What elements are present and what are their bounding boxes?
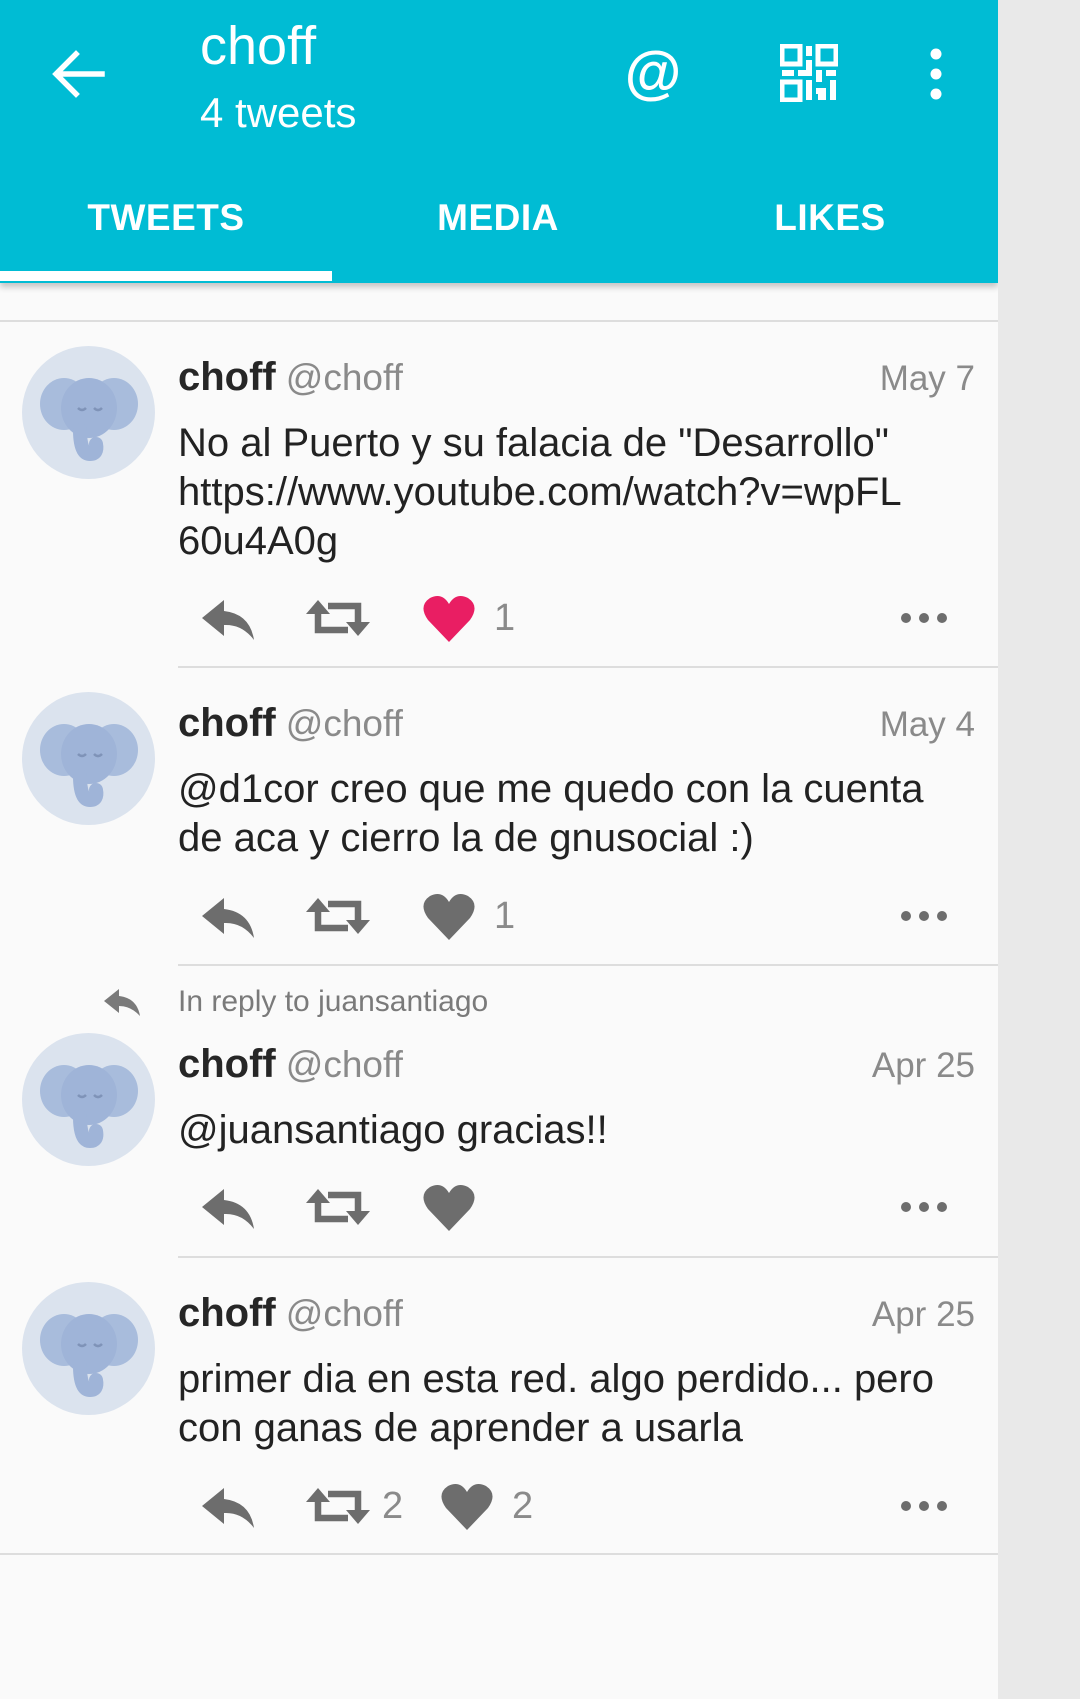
reply-icon[interactable]	[198, 588, 258, 648]
divider	[178, 666, 998, 668]
reply-icon[interactable]	[198, 886, 258, 946]
tweet-date: May 7	[879, 359, 975, 398]
avatar[interactable]	[22, 346, 155, 479]
more-horiz-icon[interactable]	[900, 1177, 948, 1237]
svg-text:@: @	[625, 42, 682, 105]
like-icon[interactable]	[440, 1476, 494, 1536]
tweet-author[interactable]: choff @choff	[178, 1288, 403, 1339]
tab-media[interactable]: MEDIA	[332, 168, 664, 268]
divider	[178, 1256, 998, 1258]
avatar[interactable]	[22, 692, 155, 825]
tweet-text: No al Puerto y su falacia de "Desarrollo…	[178, 421, 902, 563]
retweet-count: 2	[382, 1485, 404, 1527]
more-horiz-icon[interactable]	[900, 886, 948, 946]
tweet-handle: @choff	[285, 703, 403, 744]
tweet-text: primer dia en esta red. algo perdido... …	[178, 1357, 934, 1450]
like-icon[interactable]	[422, 886, 476, 946]
divider	[0, 1553, 998, 1555]
screen: choff 4 tweets @ TWEETS MEDIA LIKES chof…	[0, 0, 998, 1699]
tweet-actions	[178, 1177, 978, 1237]
elephant-avatar-icon	[40, 1065, 138, 1149]
divider	[178, 964, 998, 966]
like-count: 1	[494, 597, 516, 639]
app-bar: choff 4 tweets @ TWEETS MEDIA LIKES	[0, 0, 998, 283]
tweet-handle: @choff	[285, 1293, 403, 1334]
like-icon[interactable]	[422, 588, 476, 648]
at-sign-icon[interactable]: @	[620, 40, 686, 108]
tweet-date: May 4	[879, 705, 975, 744]
like-count: 2	[512, 1485, 534, 1527]
selected-tab-indicator	[0, 271, 332, 281]
tweet-count-subtitle: 4 tweets	[200, 89, 357, 136]
retweet-icon[interactable]	[306, 886, 370, 946]
divider	[0, 320, 998, 322]
tweet-actions: 1	[178, 886, 978, 946]
tweet-actions: 2 2	[178, 1476, 978, 1536]
retweet-icon[interactable]	[306, 1476, 370, 1536]
profile-tabs: TWEETS MEDIA LIKES	[0, 168, 998, 283]
retweet-icon[interactable]	[306, 1177, 370, 1237]
more-horiz-icon[interactable]	[900, 588, 948, 648]
reply-context-icon	[102, 986, 142, 1016]
tweet-date: Apr 25	[871, 1046, 975, 1085]
elephant-avatar-icon	[40, 378, 138, 462]
reply-context[interactable]: In reply to juansantiago	[178, 982, 488, 1022]
elephant-avatar-icon	[40, 1314, 138, 1398]
qr-code-icon[interactable]	[779, 43, 839, 103]
tweet-text: @d1cor creo que me quedo con la cuenta d…	[178, 767, 924, 860]
reply-icon[interactable]	[198, 1177, 258, 1237]
avatar[interactable]	[22, 1033, 155, 1166]
tweet-author[interactable]: choff @choff	[178, 698, 403, 749]
more-vert-icon[interactable]	[918, 48, 954, 100]
profile-name-title: choff	[200, 16, 317, 76]
like-count: 1	[494, 895, 516, 937]
tweet-date: Apr 25	[871, 1295, 975, 1334]
tweet-handle: @choff	[285, 357, 403, 398]
tab-tweets[interactable]: TWEETS	[0, 168, 332, 268]
tweet-author[interactable]: choff @choff	[178, 1039, 403, 1090]
reply-icon[interactable]	[198, 1476, 258, 1536]
tweet-actions: 1	[178, 588, 978, 648]
retweet-icon[interactable]	[306, 588, 370, 648]
elephant-avatar-icon	[40, 724, 138, 808]
tweet-text: @juansantiago gracias!!	[178, 1108, 608, 1152]
tab-likes[interactable]: LIKES	[664, 168, 996, 268]
tweet-handle: @choff	[285, 1044, 403, 1085]
avatar[interactable]	[22, 1282, 155, 1415]
tweet-author[interactable]: choff @choff	[178, 352, 403, 403]
more-horiz-icon[interactable]	[900, 1476, 948, 1536]
like-icon[interactable]	[422, 1177, 476, 1237]
back-arrow-icon[interactable]	[50, 48, 106, 100]
